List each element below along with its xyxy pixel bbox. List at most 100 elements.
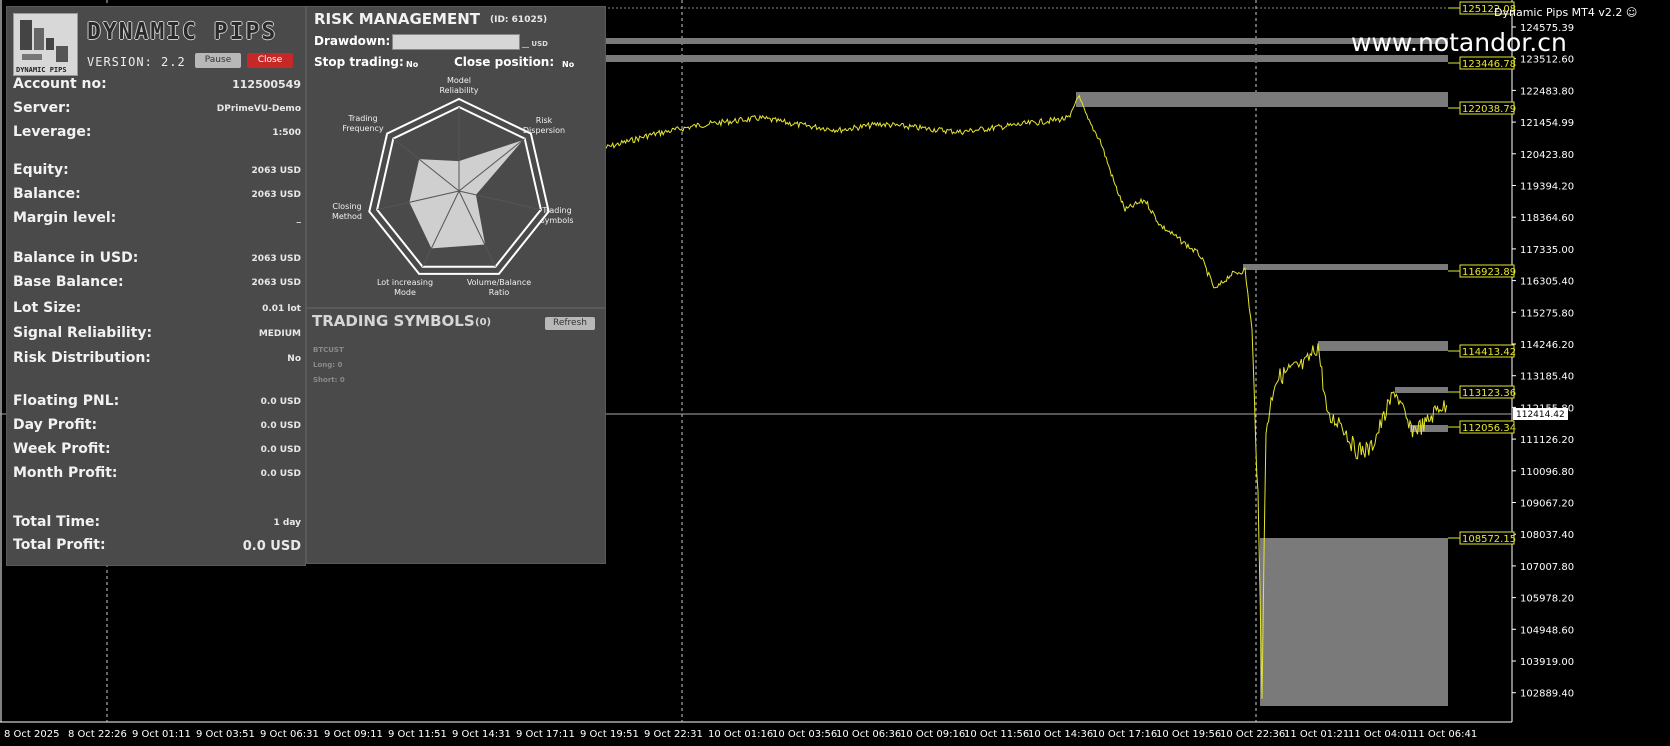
- symbol-name: BTCUST: [313, 346, 344, 354]
- balance-value: 2063 USD: [251, 190, 301, 200]
- day-profit-label: Day Profit:: [13, 417, 98, 433]
- price-tick-label: 102889.40: [1520, 689, 1574, 700]
- radar-axis-label: Lot increasing Mode: [377, 278, 433, 297]
- close-button[interactable]: Close: [247, 53, 293, 68]
- ea-name-label: Dynamic Pips MT4 v2.2 ☺: [1494, 6, 1638, 19]
- level-label-text: 122038.79: [1462, 104, 1516, 115]
- leverage-label: Leverage:: [13, 124, 92, 140]
- refresh-button[interactable]: Refresh: [545, 317, 595, 330]
- level-label-text: 123446.78: [1462, 59, 1516, 70]
- symbol-long: Long: 0: [313, 361, 343, 369]
- total-time-value: 1 day: [273, 518, 301, 528]
- time-tick-label: 9 Oct 22:31: [644, 729, 703, 740]
- version-text: VERSION: 2.2: [87, 55, 186, 69]
- account-panel: DYNAMIC PIPS DYNAMIC PIPS VERSION: 2.2 P…: [6, 6, 306, 566]
- time-tick-label: 11 Oct 06:41: [1412, 729, 1477, 740]
- equity-value: 2063 USD: [251, 166, 301, 176]
- total-time-label: Total Time:: [13, 514, 101, 530]
- time-tick-label: 10 Oct 01:16: [708, 729, 773, 740]
- time-tick-label: 9 Oct 09:11: [324, 729, 383, 740]
- base-balance-row: Base Balance: 2063 USD: [13, 274, 301, 294]
- server-value: DPrimeVU-Demo: [216, 104, 301, 114]
- time-tick-label: 8 Oct 2025: [4, 729, 59, 740]
- level-zone-box: [600, 55, 1448, 62]
- balance-usd-label: Balance in USD:: [13, 250, 139, 266]
- trading-symbols-panel: TRADING SYMBOLS (0) Refresh BTCUST Long:…: [306, 308, 606, 564]
- floating-pnl-label: Floating PNL:: [13, 393, 120, 409]
- balance-row: Balance: 2063 USD: [13, 186, 301, 206]
- price-tick-label: 103919.00: [1520, 657, 1574, 668]
- radar-axis-label: Closing Method: [332, 202, 362, 221]
- base-balance-value: 2063 USD: [251, 278, 301, 288]
- time-tick-label: 10 Oct 03:56: [772, 729, 837, 740]
- balance-usd-value: 2063 USD: [251, 254, 301, 264]
- time-tick-label: 10 Oct 11:56: [964, 729, 1029, 740]
- radar-axis-label: Trading symbols: [540, 206, 573, 225]
- drawdown-label: Drawdown:: [314, 34, 391, 48]
- level-label-text: 112056.34: [1462, 423, 1516, 434]
- dynamic-pips-logo: DYNAMIC PIPS: [13, 13, 78, 76]
- price-tick-label: 108037.40: [1520, 530, 1574, 541]
- margin-level-value: _: [296, 214, 302, 224]
- current-price-text: 112414.42: [1516, 410, 1565, 420]
- price-tick-label: 120423.80: [1520, 150, 1574, 161]
- drawdown-input[interactable]: [392, 34, 520, 50]
- account-no-label: Account no:: [13, 76, 107, 92]
- drawdown-unit: __ USD: [522, 40, 548, 48]
- level-zone-box: [1260, 538, 1448, 706]
- week-profit-label: Week Profit:: [13, 441, 111, 457]
- symbol-short: Short: 0: [313, 376, 345, 384]
- radar-axis-label: Volume/Balance Ratio: [467, 278, 531, 297]
- risk-title: RISK MANAGEMENT: [314, 10, 480, 28]
- stop-trading-label: Stop trading:: [314, 55, 404, 69]
- lot-size-label: Lot Size:: [13, 300, 82, 316]
- leverage-value: 1:500: [272, 128, 301, 138]
- total-time-row: Total Time: 1 day: [13, 514, 301, 534]
- logo-title: DYNAMIC PIPS: [87, 19, 278, 45]
- close-position-value: No: [562, 60, 575, 69]
- base-balance-label: Base Balance:: [13, 274, 124, 290]
- account-no-value: 112500549: [232, 78, 301, 91]
- logo-small-text: DYNAMIC PIPS: [16, 66, 67, 74]
- margin-level-label: Margin level:: [13, 210, 117, 226]
- price-tick-label: 110096.80: [1520, 467, 1574, 478]
- level-zone-box: [1243, 264, 1448, 270]
- lot-size-value: 0.01 lot: [262, 304, 301, 314]
- price-tick-label: 104948.60: [1520, 625, 1574, 636]
- time-tick-label: 10 Oct 09:16: [900, 729, 965, 740]
- time-tick-label: 10 Oct 22:36: [1220, 729, 1285, 740]
- time-tick-label: 9 Oct 11:51: [388, 729, 447, 740]
- level-label-text: 116923.89: [1462, 267, 1516, 278]
- floating-pnl-value: 0.0 USD: [260, 397, 301, 407]
- radar-value-area: [409, 140, 523, 249]
- time-tick-label: 9 Oct 14:31: [452, 729, 511, 740]
- time-tick-label: 8 Oct 22:26: [68, 729, 127, 740]
- account-no-row: Account no: 112500549: [13, 76, 301, 96]
- radar-axis-label: Trading Frequency: [342, 114, 384, 133]
- time-tick-label: 9 Oct 17:11: [516, 729, 575, 740]
- price-tick-label: 117335.00: [1520, 245, 1574, 256]
- price-tick-label: 121454.99: [1520, 118, 1574, 129]
- month-profit-label: Month Profit:: [13, 465, 118, 481]
- close-position-label: Close position:: [454, 55, 555, 69]
- total-profit-value: 0.0 USD: [242, 539, 301, 554]
- price-tick-label: 116305.40: [1520, 277, 1574, 288]
- symbols-title: TRADING SYMBOLS: [312, 312, 475, 330]
- time-tick-label: 10 Oct 19:56: [1156, 729, 1221, 740]
- time-tick-label: 9 Oct 06:31: [260, 729, 319, 740]
- time-tick-label: 11 Oct 04:01: [1348, 729, 1413, 740]
- total-profit-label: Total Profit:: [13, 537, 106, 553]
- pause-button[interactable]: Pause: [195, 53, 241, 68]
- risk-distribution-row: Risk Distribution: No: [13, 350, 301, 370]
- watermark-text: www.notandor.cn: [1351, 28, 1567, 57]
- total-profit-row: Total Profit: 0.0 USD: [13, 537, 301, 557]
- floating-pnl-row: Floating PNL: 0.0 USD: [13, 393, 301, 413]
- risk-distribution-value: No: [287, 354, 301, 364]
- signal-reliability-label: Signal Reliability:: [13, 325, 153, 341]
- time-tick-label: 10 Oct 14:36: [1028, 729, 1093, 740]
- level-zone-box: [600, 38, 1448, 44]
- price-tick-label: 114246.20: [1520, 340, 1574, 351]
- signal-reliability-row: Signal Reliability: MEDIUM: [13, 325, 301, 345]
- day-profit-value: 0.0 USD: [260, 421, 301, 431]
- risk-management-panel: RISK MANAGEMENT (ID: 61025) Drawdown: __…: [306, 6, 606, 308]
